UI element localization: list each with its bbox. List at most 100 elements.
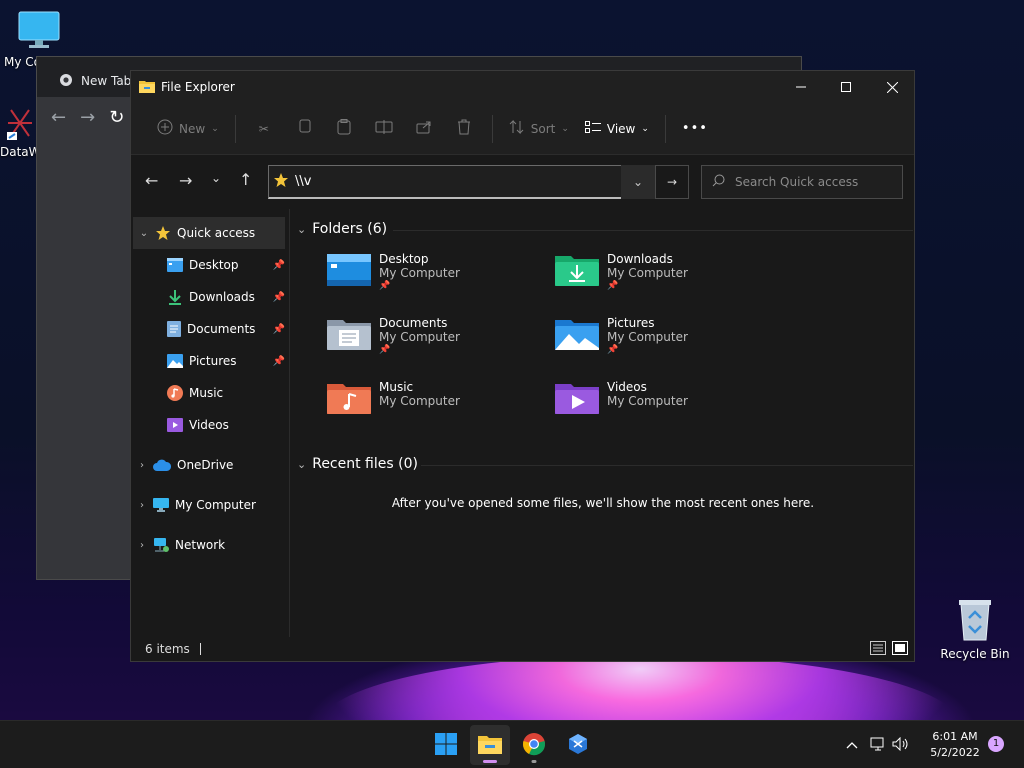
desktop-folder-icon [327, 252, 371, 304]
see-more-button[interactable]: ••• [674, 113, 716, 145]
desktop-icon [167, 258, 183, 272]
share-button[interactable] [404, 120, 444, 137]
sidebar-item-label: Network [175, 538, 226, 552]
sidebar-item-music[interactable]: Music [131, 377, 289, 409]
folders-section-header[interactable]: ⌄ Folders (6) [297, 221, 387, 237]
address-input[interactable] [295, 174, 595, 189]
forward-arrow-icon[interactable]: → [179, 171, 192, 190]
back-arrow-icon[interactable]: ← [51, 107, 66, 128]
chevron-down-icon[interactable]: ⌄ [133, 228, 155, 239]
clock[interactable]: 6:01 AM 5/2/2022 [920, 729, 990, 761]
view-button[interactable]: View ⌄ [577, 113, 657, 145]
sidebar-item-downloads[interactable]: Downloads 📌 [131, 281, 289, 313]
chevron-down-icon: ⌄ [211, 123, 219, 134]
content-pane: ⌄ Folders (6) Desktop My Computer 📌 Down… [293, 209, 913, 639]
recent-files-section-header[interactable]: ⌄ Recent files (0) [297, 456, 418, 472]
video-icon [167, 418, 183, 432]
divider [234, 114, 236, 143]
volume-icon[interactable] [892, 736, 910, 754]
sidebar-item-onedrive[interactable]: › OneDrive [131, 449, 289, 481]
address-dropdown-chevron-icon[interactable]: ⌄ [621, 165, 655, 199]
sidebar-item-quick-access[interactable]: ⌄ Quick access [133, 217, 285, 249]
close-button[interactable] [869, 71, 915, 103]
star-icon [273, 172, 289, 191]
notification-badge[interactable]: 1 [988, 736, 1004, 752]
taskbar-app[interactable] [558, 725, 598, 765]
maximize-button[interactable] [823, 71, 869, 103]
running-indicator [531, 760, 537, 763]
folder-tile-downloads[interactable]: Downloads My Computer 📌 [555, 252, 775, 304]
go-arrow-icon[interactable]: → [655, 165, 689, 199]
sidebar-item-label: Documents [187, 322, 256, 336]
minimize-button[interactable] [778, 71, 824, 103]
folder-name: Music [379, 380, 414, 394]
details-view-icon[interactable] [870, 641, 886, 658]
folder-tile-desktop[interactable]: Desktop My Computer 📌 [327, 252, 547, 304]
new-button[interactable]: New ⌄ [149, 113, 227, 145]
taskbar-chrome[interactable] [514, 725, 554, 765]
videos-folder-icon [555, 380, 599, 432]
network-icon [153, 537, 169, 553]
folder-tile-pictures[interactable]: Pictures My Computer 📌 [555, 316, 775, 368]
chevron-up-icon[interactable] [842, 738, 862, 752]
start-button[interactable] [426, 725, 466, 765]
forward-arrow-icon[interactable]: → [80, 107, 95, 128]
desktop-icon-recycle-bin[interactable]: Recycle Bin [940, 596, 1010, 661]
sidebar-item-label: Downloads [189, 290, 255, 304]
folder-name: Videos [607, 380, 647, 394]
plus-circle-icon [157, 119, 173, 138]
sidebar-item-pictures[interactable]: Pictures 📌 [131, 345, 289, 377]
app-logo-icon [0, 106, 40, 143]
network-icon[interactable] [870, 737, 886, 754]
sidebar-item-videos[interactable]: Videos [131, 409, 289, 441]
sort-button[interactable]: Sort ⌄ [501, 113, 577, 145]
download-icon [167, 289, 183, 305]
chevron-right-icon[interactable]: › [131, 500, 153, 511]
chevron-right-icon[interactable]: › [131, 540, 153, 551]
desktop-icon-label: Recycle Bin [940, 647, 1010, 661]
desktop-icon-datawrangler[interactable]: DataW [0, 106, 41, 159]
up-arrow-icon[interactable]: ↑ [239, 170, 252, 189]
sort-icon [509, 119, 525, 137]
copy-icon [297, 119, 311, 138]
cut-button[interactable]: ✂ [244, 122, 284, 136]
sidebar-item-desktop[interactable]: Desktop 📌 [131, 249, 289, 281]
section-title: Folders (6) [312, 221, 388, 237]
chevron-right-icon[interactable]: › [131, 460, 153, 471]
paste-button[interactable] [324, 119, 364, 138]
pin-icon[interactable]: 📌 [273, 356, 285, 367]
address-bar[interactable] [268, 165, 656, 199]
pin-icon[interactable]: 📌 [273, 324, 285, 335]
sidebar-item-my-computer[interactable]: › My Computer [131, 489, 289, 521]
sidebar-item-network[interactable]: › Network [131, 529, 289, 561]
window-title: File Explorer [161, 80, 235, 94]
pin-icon[interactable]: 📌 [273, 292, 285, 303]
taskbar: 6:01 AM 5/2/2022 [0, 720, 1024, 768]
pane-divider[interactable] [289, 209, 290, 639]
taskbar-file-explorer[interactable] [470, 725, 510, 765]
folder-tile-videos[interactable]: Videos My Computer [555, 380, 775, 432]
folder-tile-documents[interactable]: Documents My Computer 📌 [327, 316, 547, 368]
recent-locations-chevron-icon[interactable]: ⌄ [211, 171, 221, 185]
delete-button[interactable] [444, 119, 484, 138]
copy-button[interactable] [284, 119, 324, 138]
chrome-icon [522, 732, 546, 759]
file-explorer-window[interactable]: File Explorer New ⌄ ✂ Sort ⌄ View ⌄ ••• … [130, 70, 915, 662]
back-arrow-icon[interactable]: ← [145, 171, 158, 190]
sidebar-item-label: Pictures [189, 354, 237, 368]
search-input[interactable] [735, 175, 895, 189]
reload-icon[interactable]: ↻ [109, 107, 124, 128]
divider [491, 114, 493, 143]
search-box[interactable] [701, 165, 903, 199]
pin-icon: 📌 [379, 281, 391, 291]
pin-icon[interactable]: 📌 [273, 260, 285, 271]
rename-button[interactable] [364, 120, 404, 137]
folder-location: My Computer [607, 330, 688, 344]
folder-location: My Computer [607, 266, 688, 280]
sidebar-item-label: My Computer [175, 498, 256, 512]
tiles-view-icon[interactable] [892, 641, 908, 658]
sidebar-item-documents[interactable]: Documents 📌 [131, 313, 289, 345]
folder-tile-music[interactable]: Music My Computer [327, 380, 547, 432]
